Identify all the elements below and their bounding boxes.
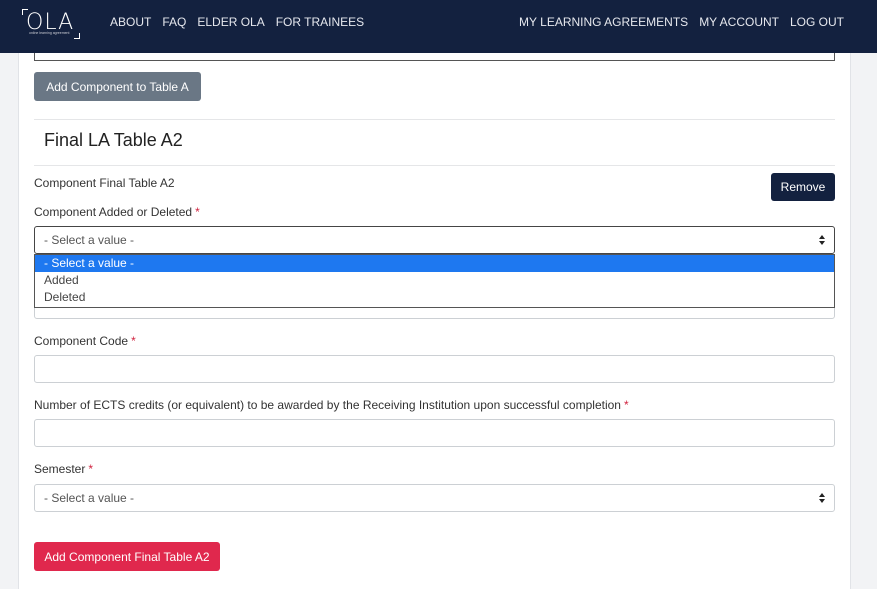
section-divider [34, 119, 835, 120]
nav-link-elder-ola[interactable]: ELDER OLA [197, 15, 264, 29]
nav-link-faq[interactable]: FAQ [162, 15, 186, 29]
section-title: Final LA Table A2 [44, 130, 183, 150]
added-deleted-select-value: - Select a value - [44, 233, 135, 247]
dropdown-option[interactable]: Added [35, 272, 834, 289]
logo-tagline: online learning agreement [29, 31, 70, 35]
dropdown-option[interactable]: Deleted [35, 289, 834, 306]
added-deleted-label: Component Added or Deleted * [34, 205, 200, 219]
form-card: Add Component to Table A Final LA Table … [18, 53, 851, 589]
semester-select[interactable]: - Select a value - [34, 484, 835, 512]
component-code-label-text: Component Code [34, 334, 129, 348]
required-mark: * [195, 205, 200, 219]
ects-credits-label-text: Number of ECTS credits (or equivalent) t… [34, 398, 621, 412]
top-navbar: OLA online learning agreement ABOUT FAQ … [0, 0, 877, 53]
add-component-final-table-a2-button[interactable]: Add Component Final Table A2 [34, 542, 220, 571]
required-mark: * [88, 462, 94, 476]
ects-credits-label: Number of ECTS credits (or equivalent) t… [34, 398, 629, 412]
nav-link-for-trainees[interactable]: FOR TRAINEES [276, 15, 364, 29]
logo-bracket-icon [74, 33, 80, 39]
semester-label: Semester * [34, 462, 93, 476]
nav-link-my-learning-agreements[interactable]: MY LEARNING AGREEMENTS [519, 15, 688, 29]
required-mark: * [131, 334, 136, 348]
nav-link-about[interactable]: ABOUT [110, 15, 151, 29]
previous-field-bottom[interactable] [34, 53, 835, 61]
component-label: Component Final Table A2 [34, 176, 175, 190]
nav-left-links: ABOUT FAQ ELDER OLA FOR TRAINEES [110, 15, 375, 29]
nav-right-links: MY LEARNING AGREEMENTS MY ACCOUNT LOG OU… [508, 15, 844, 29]
component-code-input[interactable] [34, 355, 835, 383]
nav-link-my-account[interactable]: MY ACCOUNT [699, 15, 779, 29]
add-component-table-a-button[interactable]: Add Component to Table A [34, 72, 201, 101]
ola-logo[interactable]: OLA online learning agreement [22, 9, 80, 39]
ects-credits-input[interactable] [34, 419, 835, 447]
select-arrows-icon [819, 493, 825, 504]
component-code-label: Component Code * [34, 334, 136, 348]
added-deleted-dropdown-list: - Select a value - Added Deleted [34, 254, 835, 308]
select-arrows-icon [819, 235, 825, 246]
remove-button[interactable]: Remove [771, 173, 835, 201]
nav-link-log-out[interactable]: LOG OUT [790, 15, 844, 29]
section-divider [34, 165, 835, 166]
added-deleted-select[interactable]: - Select a value - [34, 226, 835, 254]
dropdown-option[interactable]: - Select a value - [35, 255, 834, 272]
added-deleted-label-text: Component Added or Deleted [34, 205, 193, 219]
semester-select-value: - Select a value - [44, 491, 135, 505]
semester-label-text: Semester [34, 462, 86, 476]
required-mark: * [623, 398, 629, 412]
